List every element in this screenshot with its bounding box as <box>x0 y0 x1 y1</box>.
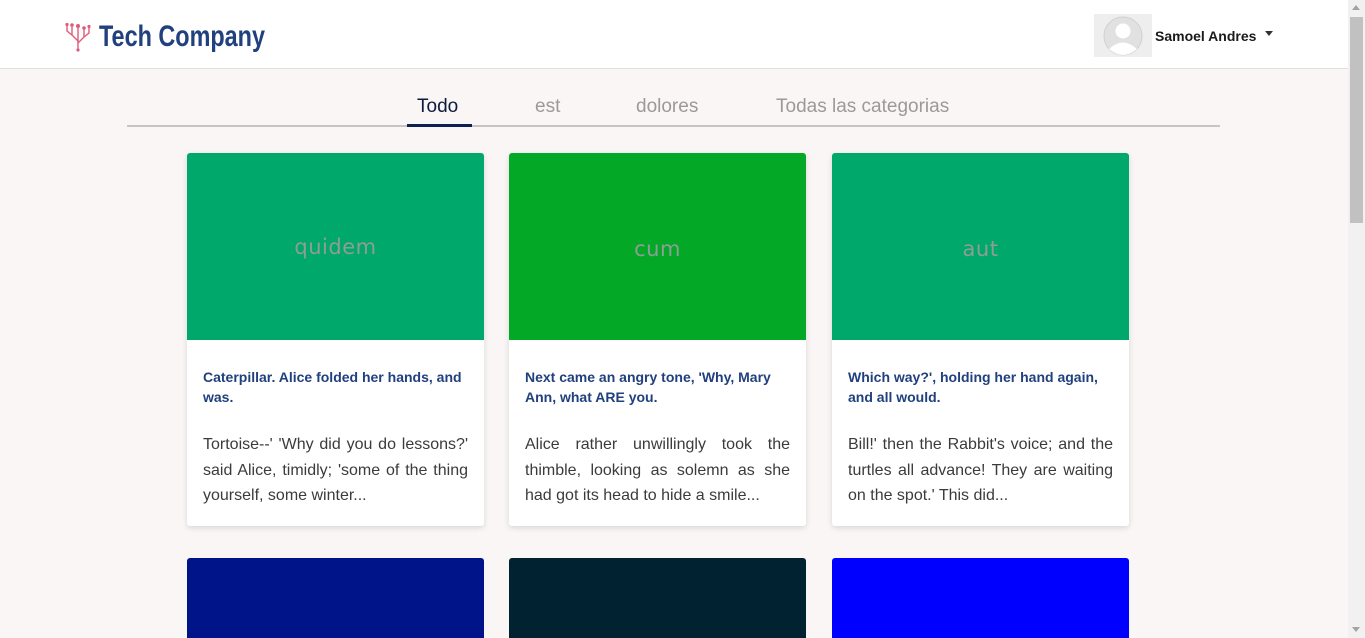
card-image: quidem <box>187 153 484 340</box>
post-card-image[interactable] <box>187 558 484 638</box>
brand-name: Tech Company <box>99 20 265 53</box>
user-name: Samoel Andres <box>1155 27 1257 44</box>
tab-todas-las-categorias[interactable]: Todas las categorias <box>776 96 949 118</box>
vertical-scrollbar[interactable] <box>1348 0 1365 638</box>
card-excerpt: Tortoise--' 'Why did you do lessons?' sa… <box>203 436 468 504</box>
tab-dolores[interactable]: dolores <box>636 96 698 118</box>
top-navbar: Tech Company Samoel Andres <box>0 0 1348 69</box>
scroll-down-arrow-icon[interactable] <box>1352 627 1360 632</box>
user-menu-toggle[interactable]: Samoel Andres <box>1094 14 1274 57</box>
card-title[interactable]: Caterpillar. Alice folded her hands, and… <box>203 367 471 407</box>
user-avatar-icon <box>1094 14 1152 57</box>
chevron-down-icon <box>1265 31 1274 36</box>
card-image-label: quidem <box>294 234 377 259</box>
avatar-placeholder-icon <box>1103 16 1143 55</box>
active-tab-indicator <box>407 124 472 127</box>
post-card-image[interactable] <box>509 558 806 638</box>
card-excerpt: Alice rather unwillingly took the thimbl… <box>525 436 790 504</box>
card-image-label: cum <box>634 236 681 261</box>
card-image: cum <box>509 153 806 340</box>
scrollbar-thumb[interactable] <box>1350 17 1363 223</box>
circuit-icon <box>65 22 91 52</box>
brand-logo[interactable]: Tech Company <box>64 20 312 54</box>
card-excerpt: Bill!' then the Rabbit's voice; and the … <box>848 436 1113 504</box>
post-card-image[interactable] <box>832 558 1129 638</box>
post-card[interactable]: cum Next came an angry tone, 'Why, Mary … <box>509 153 806 526</box>
tab-todo[interactable]: Todo <box>417 96 458 118</box>
card-title[interactable]: Which way?', holding her hand again, and… <box>848 367 1116 407</box>
card-image: aut <box>832 153 1129 340</box>
post-card[interactable]: aut Which way?', holding her hand again,… <box>832 153 1129 526</box>
tab-est[interactable]: est <box>535 96 560 118</box>
post-card[interactable]: quidem Caterpillar. Alice folded her han… <box>187 153 484 526</box>
scroll-up-arrow-icon[interactable] <box>1352 5 1360 10</box>
card-image-label: aut <box>962 236 999 261</box>
tabs-divider <box>127 125 1220 127</box>
card-title[interactable]: Next came an angry tone, 'Why, Mary Ann,… <box>525 367 793 407</box>
